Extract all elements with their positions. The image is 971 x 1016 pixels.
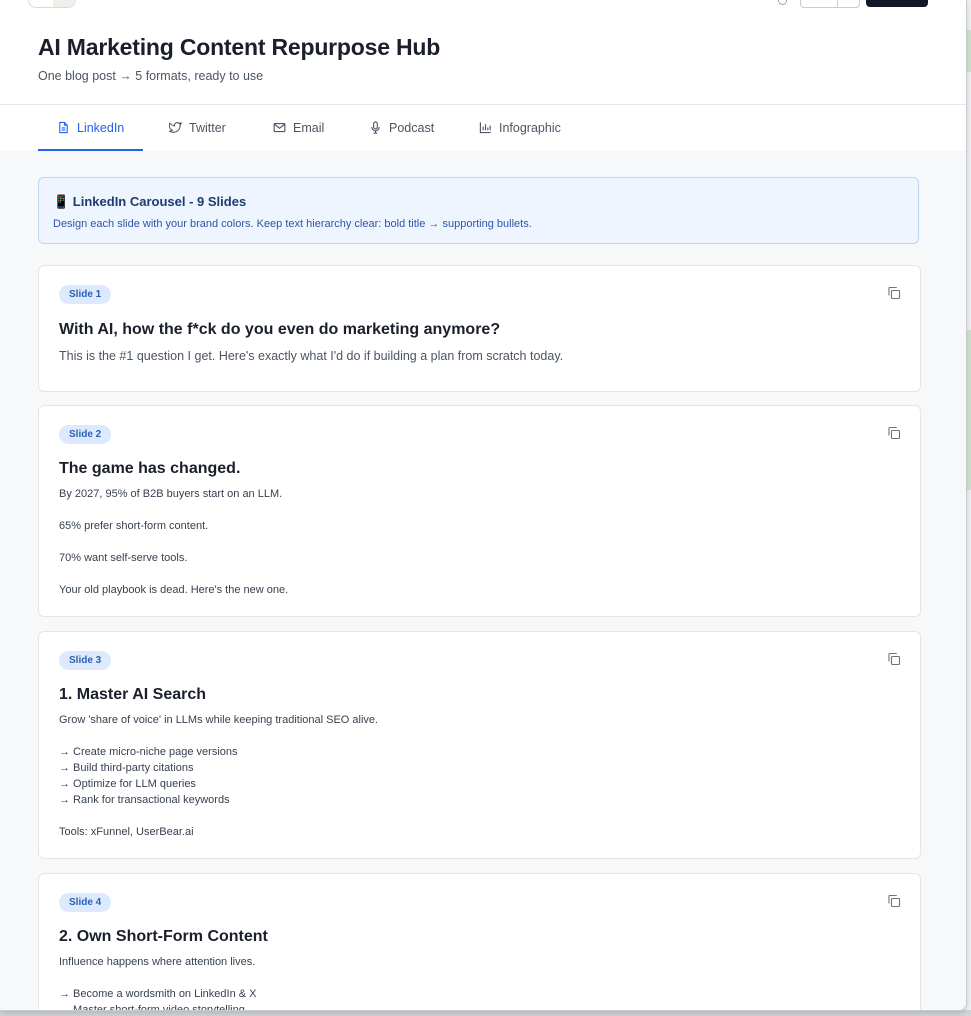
- slide-badge: Slide 2: [59, 425, 112, 444]
- backdrop-green-strip: [967, 30, 971, 72]
- tab-label: Infographic: [499, 120, 561, 135]
- tab-label: LinkedIn: [77, 120, 125, 135]
- slide-card: Slide 1 With AI, how the f*ck do you eve…: [38, 265, 921, 392]
- tab-linkedin[interactable]: LinkedIn: [38, 105, 144, 151]
- slide-body: Grow 'share of voice' in LLMs while keep…: [59, 714, 379, 838]
- status-icon: [778, 0, 787, 5]
- slide-badge: Slide 3: [59, 651, 112, 670]
- tab-label: Podcast: [389, 120, 435, 135]
- tab-email[interactable]: Email: [273, 105, 324, 150]
- banner-text: Design each slide with your brand colors…: [53, 218, 532, 230]
- page-header: AI Marketing Content Repurpose Hub One b…: [38, 34, 440, 83]
- slide-title: With AI, how the f*ck do you even do mar…: [59, 321, 501, 338]
- mail-icon: [273, 123, 286, 133]
- bar-chart-icon: [479, 122, 491, 134]
- slide-body: This is the #1 question I get. Here's ex…: [59, 349, 564, 363]
- slide-badge: Slide 4: [59, 893, 112, 912]
- tab-content: 📱 LinkedIn Carousel - 9 Slides Design ea…: [0, 151, 966, 1010]
- slide-card: Slide 4 2. Own Short-Form Content Influe…: [38, 873, 921, 1011]
- format-tabs: LinkedIn Twitter Email Podcast Infograph…: [0, 104, 966, 152]
- slide-badge: Slide 1: [59, 285, 112, 304]
- slide-body: By 2027, 95% of B2B buyers start on an L…: [59, 488, 289, 596]
- primary-button[interactable]: [866, 0, 928, 7]
- banner-title: 📱 LinkedIn Carousel - 9 Slides: [53, 194, 247, 209]
- copy-icon[interactable]: [886, 651, 902, 667]
- document-icon: [59, 121, 68, 134]
- tab-infographic[interactable]: Infographic: [479, 105, 561, 150]
- slide-card: Slide 3 1. Master AI Search Grow 'share …: [38, 631, 921, 859]
- slide-title: 1. Master AI Search: [59, 686, 207, 703]
- copy-icon[interactable]: [886, 285, 902, 301]
- tab-podcast[interactable]: Podcast: [369, 105, 434, 150]
- toggle-switch[interactable]: [28, 0, 76, 8]
- split-button[interactable]: [800, 0, 860, 8]
- slide-title: 2. Own Short-Form Content: [59, 928, 268, 945]
- slide-body: Influence happens where attention lives.…: [59, 956, 257, 1011]
- backdrop-green-strip: [967, 330, 971, 490]
- tab-label: Email: [293, 120, 325, 135]
- page-title: AI Marketing Content Repurpose Hub: [38, 34, 441, 60]
- slide-title: The game has changed.: [59, 460, 241, 477]
- slide-card: Slide 2 The game has changed. By 2027, 9…: [38, 405, 921, 617]
- info-banner: 📱 LinkedIn Carousel - 9 Slides Design ea…: [38, 177, 919, 244]
- microphone-icon: [371, 121, 380, 134]
- page-subtitle: One blog post → 5 formats, ready to use: [38, 69, 264, 83]
- tab-label: Twitter: [189, 120, 226, 135]
- twitter-icon: [169, 121, 182, 133]
- tab-twitter[interactable]: Twitter: [169, 105, 226, 150]
- app-window: AI Marketing Content Repurpose Hub One b…: [0, 0, 967, 1011]
- copy-icon[interactable]: [886, 893, 902, 909]
- copy-icon[interactable]: [886, 425, 902, 441]
